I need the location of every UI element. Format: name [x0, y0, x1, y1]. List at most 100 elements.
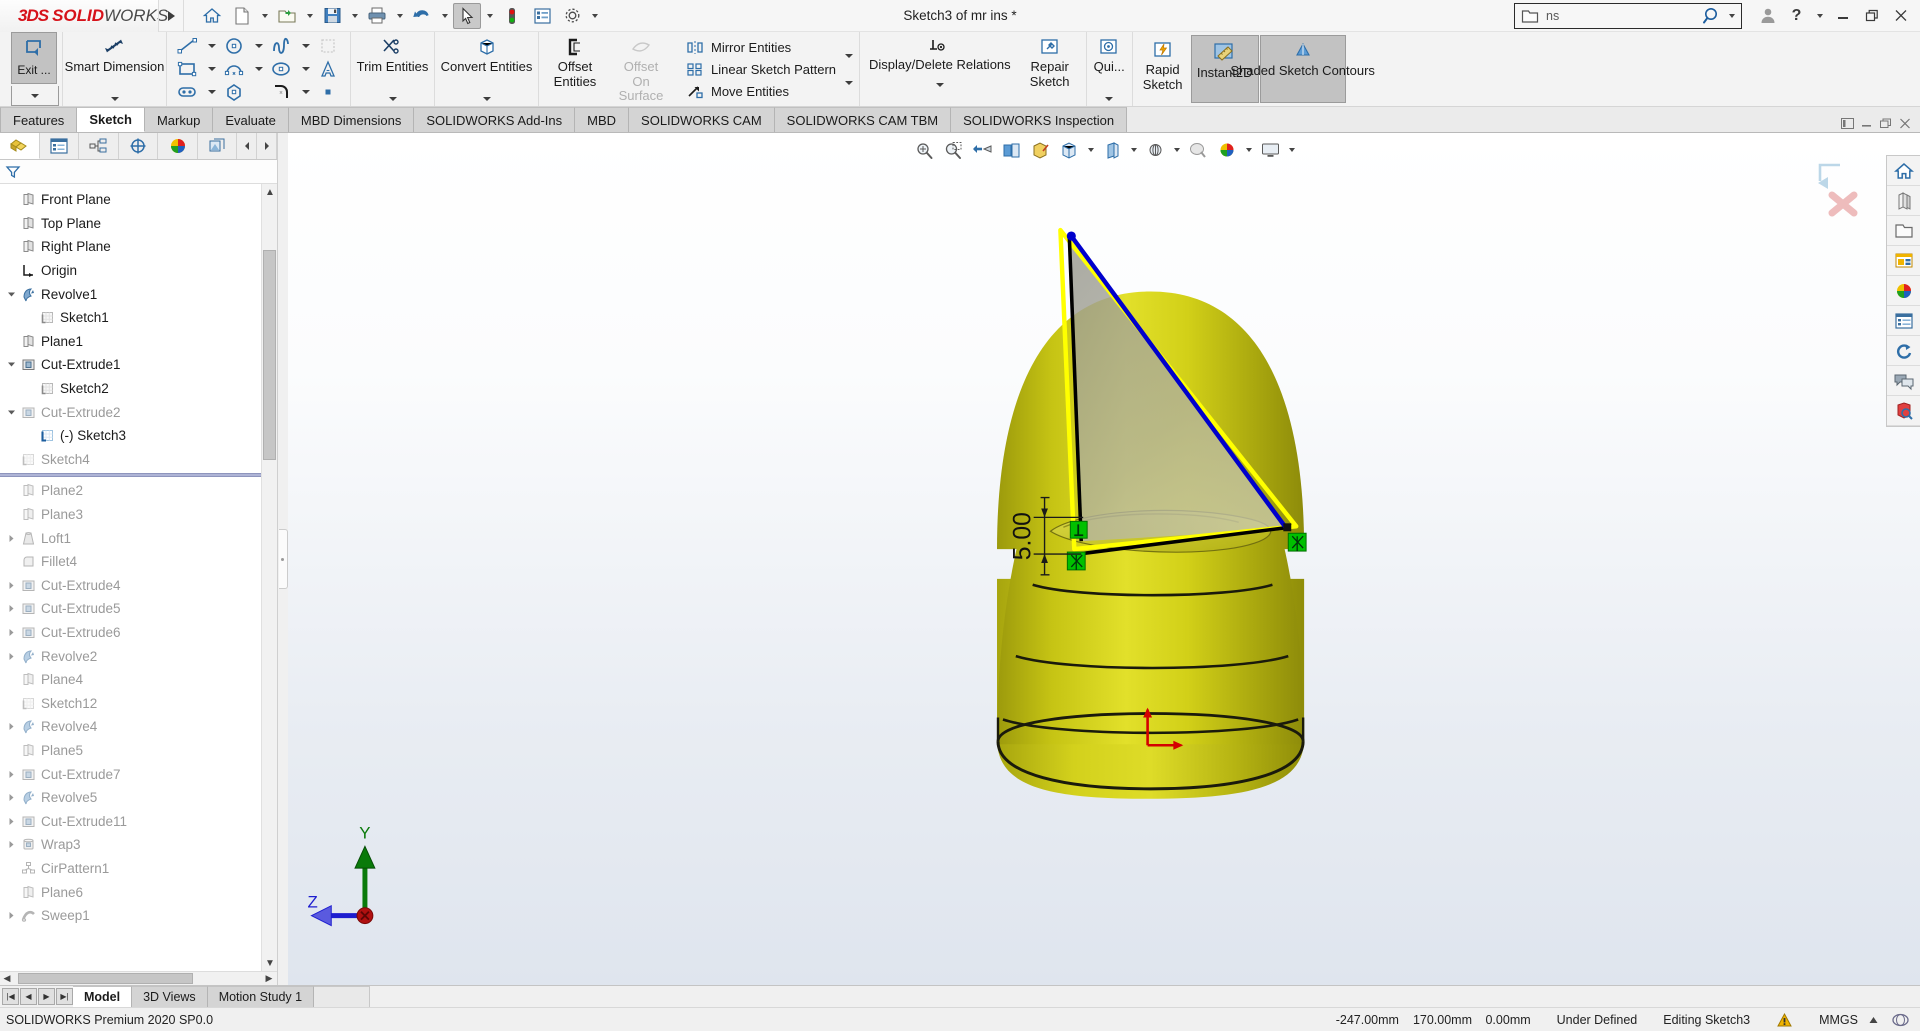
tab-solidworks-cam-tbm[interactable]: SOLIDWORKS CAM TBM [775, 107, 951, 132]
panel-splitter[interactable] [278, 133, 288, 985]
move-entities-button[interactable]: Move Entities [682, 80, 840, 102]
tab-markup[interactable]: Markup [145, 107, 213, 132]
chevron-right-icon[interactable] [4, 604, 18, 613]
feature-filter-bar[interactable] [0, 160, 277, 184]
tree-node-plane4[interactable]: Plane4 [0, 668, 277, 692]
search-input[interactable]: ns [1546, 9, 1702, 23]
ellipse-dropdown[interactable] [299, 58, 312, 80]
tree-node-top-plane[interactable]: Top Plane [0, 212, 277, 236]
home-icon[interactable] [198, 3, 226, 29]
print-icon[interactable] [363, 3, 391, 29]
restore-icon[interactable] [1858, 2, 1885, 30]
tree-node-cut-extrude2[interactable]: Cut-Extrude2 [0, 400, 277, 424]
tree-node-cut-extrude5[interactable]: Cut-Extrude5 [0, 597, 277, 621]
tree-node-sketch3[interactable]: (-) Sketch3 [0, 424, 277, 448]
scroll-thumb[interactable] [263, 250, 276, 460]
trim-entities-dropdown[interactable] [389, 97, 397, 106]
select-cursor-icon[interactable] [453, 3, 481, 29]
chevron-right-icon[interactable] [4, 628, 18, 637]
ellipse-icon[interactable] [266, 58, 298, 80]
bottom-tab-motion-study-1[interactable]: Motion Study 1 [208, 986, 314, 1007]
tab-features[interactable]: Features [0, 107, 77, 132]
chevron-right-icon[interactable] [4, 534, 18, 543]
offset-entities-button[interactable]: Offset Entities [542, 32, 608, 106]
feature-tree-scrollbar[interactable]: ▲ ▼ [261, 184, 277, 971]
smart-dimension-dropdown[interactable] [111, 97, 119, 106]
window-minimize-icon[interactable] [1860, 117, 1874, 130]
tab-solidworks-cam[interactable]: SOLIDWORKS CAM [629, 107, 775, 132]
select-dropdown[interactable] [483, 3, 496, 29]
chevron-right-icon[interactable] [4, 817, 18, 826]
search-dropdown-icon[interactable] [1729, 14, 1735, 18]
chevron-right-icon[interactable] [4, 793, 18, 802]
relations-dropdown[interactable] [936, 83, 944, 92]
options-dropdown[interactable] [588, 3, 601, 29]
tab-solidworks-inspection[interactable]: SOLIDWORKS Inspection [951, 107, 1127, 132]
render-manager-icon[interactable] [198, 133, 238, 159]
exit-sketch-button[interactable]: Exit ... [11, 32, 57, 84]
search-icon[interactable] [1702, 6, 1724, 26]
tree-node-origin[interactable]: Origin [0, 259, 277, 283]
bottom-tab-3d-views[interactable]: 3D Views [132, 986, 208, 1007]
search-box[interactable]: ns [1514, 3, 1742, 29]
chevron-down-icon[interactable] [4, 360, 18, 369]
minimize-icon[interactable] [1829, 2, 1856, 30]
splitter-handle[interactable] [279, 529, 288, 589]
fillet-dropdown[interactable] [299, 81, 312, 103]
scroll-up-arrow[interactable]: ▲ [262, 184, 277, 200]
display-manager-icon[interactable] [158, 133, 198, 159]
tree-node-sketch2[interactable]: Sketch2 [0, 377, 277, 401]
spline-icon[interactable] [266, 35, 298, 57]
tree-node-loft1[interactable]: Loft1 [0, 526, 277, 550]
manager-tab-prev[interactable] [237, 133, 257, 159]
pin-icon[interactable] [1840, 117, 1855, 130]
units-caret-icon[interactable] [1868, 1016, 1879, 1024]
chevron-right-icon[interactable] [4, 911, 18, 920]
tree-node-cut-extrude7[interactable]: Cut-Extrude7 [0, 762, 277, 786]
open-dropdown[interactable] [303, 3, 316, 29]
tree-node-revolve5[interactable]: Revolve5 [0, 786, 277, 810]
manager-tab-next[interactable] [257, 133, 277, 159]
tree-node-cut-extrude4[interactable]: Cut-Extrude4 [0, 574, 277, 598]
line-dropdown[interactable] [205, 35, 218, 57]
menu-expand-button[interactable] [158, 0, 184, 32]
linear-sketch-pattern-button[interactable]: Linear Sketch Pattern [682, 58, 840, 80]
property-manager-icon[interactable] [40, 133, 80, 159]
hscroll-left-arrow[interactable]: ◀ [0, 973, 14, 984]
sheet-icon[interactable] [1891, 1012, 1910, 1028]
last-icon[interactable]: ▶| [56, 988, 73, 1005]
trim-entities-button[interactable]: Trim Entities [354, 32, 431, 106]
gear-options-icon[interactable] [558, 3, 586, 29]
chevron-right-icon[interactable] [4, 770, 18, 779]
tree-node-revolve2[interactable]: Revolve2 [0, 644, 277, 668]
options-list-icon[interactable] [528, 3, 556, 29]
tree-node-front-plane[interactable]: Front Plane [0, 188, 277, 212]
line-icon[interactable] [172, 35, 204, 57]
tree-node-sketch1[interactable]: Sketch1 [0, 306, 277, 330]
entities-dropdown-2[interactable] [845, 81, 853, 85]
rebuild-icon[interactable] [498, 3, 526, 29]
new-document-icon[interactable] [228, 3, 256, 29]
rapid-sketch-button[interactable]: Rapid Sketch [1136, 35, 1190, 92]
display-delete-relations-button[interactable]: Display/Delete Relations [863, 32, 1017, 106]
tree-node-plane6[interactable]: Plane6 [0, 880, 277, 904]
window-close-icon[interactable] [1898, 117, 1912, 130]
tree-node-sketch4[interactable]: Sketch4 [0, 448, 277, 472]
model-viewport[interactable]: 5.00 Y Z [288, 133, 1920, 985]
help-dropdown-icon[interactable] [1812, 2, 1827, 30]
tree-node-sweep1[interactable]: Sweep1 [0, 904, 277, 928]
circle-icon[interactable] [219, 35, 251, 57]
overdefined-warning-icon[interactable] [1776, 1012, 1793, 1028]
chevron-right-icon[interactable] [4, 581, 18, 590]
bottom-tab-model[interactable]: Model [73, 986, 132, 1007]
slot-icon[interactable] [172, 81, 204, 103]
tab-mbd[interactable]: MBD [575, 107, 629, 132]
window-restore-icon[interactable] [1879, 117, 1893, 130]
text-icon[interactable] [313, 58, 345, 80]
quick-snaps-dropdown[interactable] [1105, 97, 1113, 106]
open-folder-icon[interactable] [273, 3, 301, 29]
print-dropdown[interactable] [393, 3, 406, 29]
tab-sketch[interactable]: Sketch [77, 107, 145, 132]
dimxpert-manager-icon[interactable] [119, 133, 159, 159]
feature-tree-hscrollbar[interactable]: ◀ ▶ [0, 971, 277, 985]
